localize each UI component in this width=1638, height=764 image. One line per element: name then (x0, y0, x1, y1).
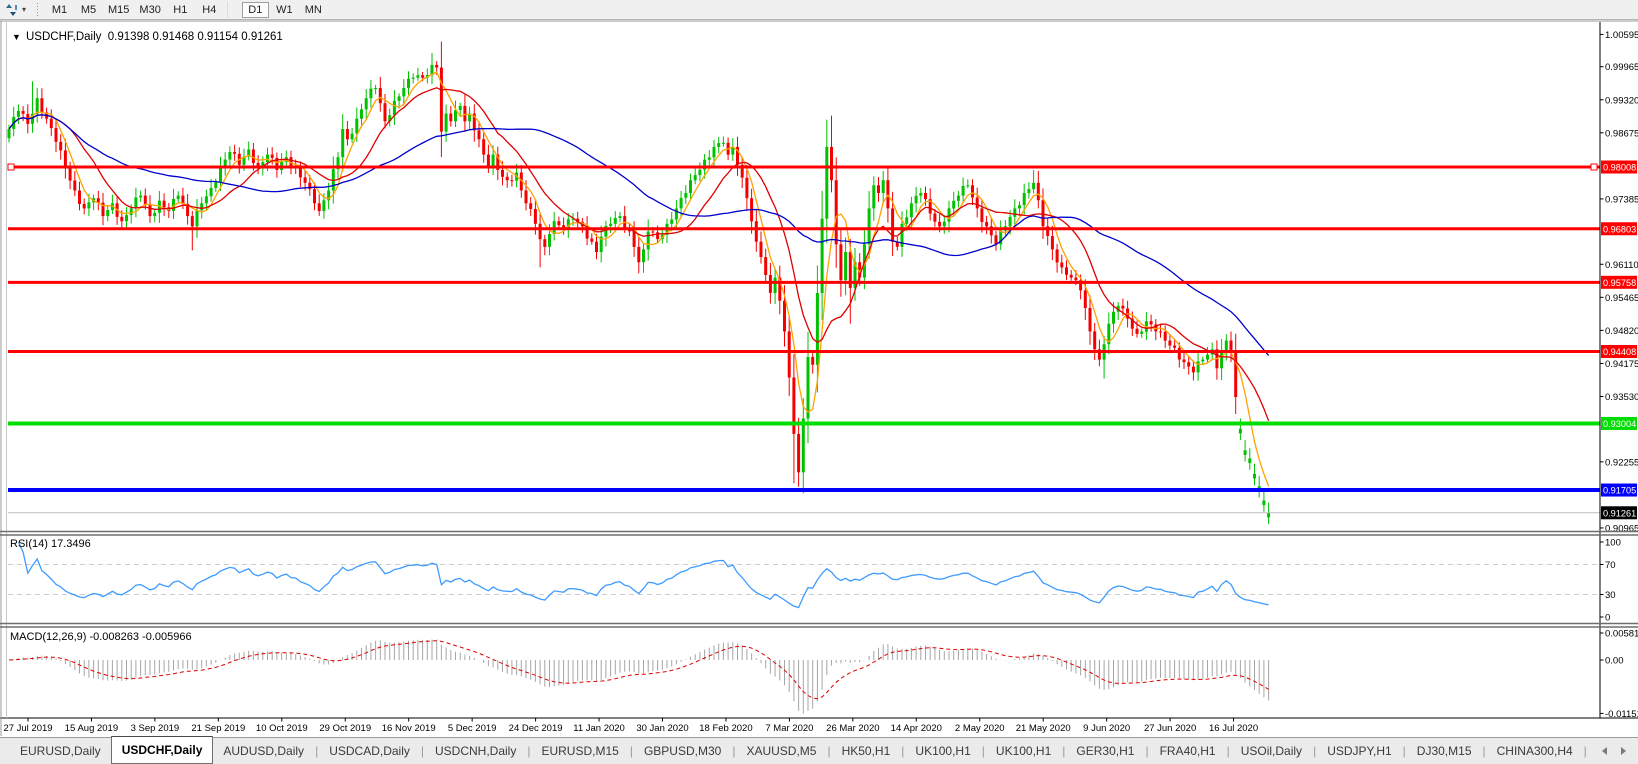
timeframe-button-M30[interactable]: M30 (135, 2, 164, 18)
tab-separator: | (1583, 738, 1588, 764)
tab-audusd-daily[interactable]: AUDUSD,Daily (213, 738, 314, 764)
timeframe-button-M15[interactable]: M15 (104, 2, 133, 18)
tab-eurusd-m15[interactable]: EURUSD,M15 (531, 738, 628, 764)
chart-collapse-arrow[interactable]: ▼ (12, 32, 21, 42)
svg-text:0.96803: 0.96803 (1603, 224, 1636, 234)
svg-text:2 May 2020: 2 May 2020 (955, 723, 1005, 734)
svg-text:70: 70 (1605, 560, 1616, 571)
svg-text:100: 100 (1605, 538, 1621, 549)
tab-bar-lead (0, 738, 10, 764)
svg-text:3 Sep 2019: 3 Sep 2019 (131, 723, 180, 734)
svg-text:16 Jul 2020: 16 Jul 2020 (1209, 723, 1258, 734)
tab-scroll-left-icon[interactable] (1602, 747, 1607, 755)
svg-text:0.97385: 0.97385 (1605, 194, 1638, 205)
svg-text:0.93004: 0.93004 (1603, 419, 1636, 429)
svg-text:0.99965: 0.99965 (1605, 62, 1638, 73)
toolbar-separator (227, 2, 238, 18)
chart-window: 0.98008 0.96803 0.95758 0.94408 0.93004 0.917… (0, 20, 1638, 737)
svg-text:10 Oct 2019: 10 Oct 2019 (256, 723, 308, 734)
macd-label: MACD(12,26,9) -0.008263 -0.005966 (10, 631, 192, 643)
tab-uk100-h1[interactable]: UK100,H1 (986, 738, 1061, 764)
tab-usdchf-daily[interactable]: USDCHF,Daily (111, 736, 214, 764)
svg-text:27 Jul 2019: 27 Jul 2019 (3, 723, 52, 734)
svg-text:24 Dec 2019: 24 Dec 2019 (509, 723, 563, 734)
svg-text:27 Jun 2020: 27 Jun 2020 (1144, 723, 1196, 734)
svg-text:18 Feb 2020: 18 Feb 2020 (699, 723, 752, 734)
timeframe-button-M5[interactable]: M5 (75, 2, 102, 18)
svg-text:0.94820: 0.94820 (1605, 326, 1638, 337)
svg-text:0.98008: 0.98008 (1603, 163, 1636, 173)
chevron-down-icon[interactable]: ▾ (22, 3, 26, 17)
chart-tab-bar: EURUSD,DailyUSDCHF,DailyAUDUSD,Daily | USD… (0, 737, 1638, 764)
svg-text:15 Aug 2019: 15 Aug 2019 (65, 723, 118, 734)
svg-text:1.00595: 1.00595 (1605, 30, 1638, 41)
timeframe-button-H4[interactable]: H4 (196, 2, 223, 18)
tab-usoil-daily[interactable]: USOil,Daily (1231, 738, 1312, 764)
svg-text:0.90965: 0.90965 (1605, 523, 1638, 534)
svg-text:0.94408: 0.94408 (1603, 347, 1636, 357)
tab-uk100-h1[interactable]: UK100,H1 (905, 738, 980, 764)
svg-text:16 Nov 2019: 16 Nov 2019 (382, 723, 436, 734)
tab-gbpusd-m30[interactable]: GBPUSD,M30 (634, 738, 731, 764)
chart-tabs: EURUSD,DailyUSDCHF,DailyAUDUSD,Daily | USD… (10, 738, 1588, 764)
tab-xauusd-m5[interactable]: XAUUSD,M5 (736, 738, 826, 764)
candlestick-chart[interactable]: 0.98008 0.96803 0.95758 0.94408 0.93004 0.917… (0, 20, 1638, 737)
svg-text:30 Jan 2020: 30 Jan 2020 (636, 723, 688, 734)
svg-text:0.98675: 0.98675 (1605, 128, 1638, 139)
toolbar-grip-handle[interactable] (36, 3, 39, 17)
tab-ger30-h1[interactable]: GER30,H1 (1066, 738, 1144, 764)
timeframes-menu[interactable]: ▾ (3, 2, 28, 18)
svg-text:11 Jan 2020: 11 Jan 2020 (573, 723, 625, 734)
svg-text:0.95465: 0.95465 (1605, 293, 1638, 304)
chart-title-text: USDCHF,Daily 0.91398 0.91468 0.91154 0.9… (26, 31, 283, 43)
tab-dj30-m15[interactable]: DJ30,M15 (1407, 738, 1482, 764)
svg-text:0.91705: 0.91705 (1603, 486, 1636, 496)
svg-text:26 Mar 2020: 26 Mar 2020 (826, 723, 879, 734)
svg-text:30: 30 (1605, 590, 1616, 601)
timeframe-button-MN[interactable]: MN (300, 2, 327, 18)
svg-text:0.99320: 0.99320 (1605, 95, 1638, 106)
rsi-label: RSI(14) 17.3496 (10, 538, 91, 550)
svg-text:0.005818: 0.005818 (1605, 629, 1638, 640)
svg-text:29 Oct 2019: 29 Oct 2019 (319, 723, 371, 734)
tab-usdjpy-h1[interactable]: USDJPY,H1 (1317, 738, 1401, 764)
tab-eurusd-daily[interactable]: EURUSD,Daily (10, 738, 111, 764)
timeframes-icon (5, 3, 20, 17)
svg-text:21 Sep 2019: 21 Sep 2019 (191, 723, 245, 734)
timeframe-button-M1[interactable]: M1 (46, 2, 73, 18)
svg-text:5 Dec 2019: 5 Dec 2019 (448, 723, 497, 734)
tab-usdcnh-daily[interactable]: USDCNH,Daily (425, 738, 526, 764)
chart-title: ▼ USDCHF,Daily 0.91398 0.91468 0.91154 0… (12, 31, 283, 43)
tab-usdcad-daily[interactable]: USDCAD,Daily (319, 738, 420, 764)
svg-text:0.92255: 0.92255 (1605, 457, 1638, 468)
timeframe-button-H1[interactable]: H1 (167, 2, 194, 18)
toolbar: ▾ M1M5M15M30H1H4 D1W1MN (0, 0, 1638, 20)
timeframe-button-D1[interactable]: D1 (242, 2, 269, 18)
svg-text:21 May 2020: 21 May 2020 (1016, 723, 1071, 734)
svg-text:0.91261: 0.91261 (1603, 508, 1636, 518)
tab-fra40-h1[interactable]: FRA40,H1 (1150, 738, 1226, 764)
tab-china300-h4[interactable]: CHINA300,H4 (1487, 738, 1583, 764)
svg-text:0: 0 (1605, 613, 1610, 624)
tab-scroll-controls (1588, 738, 1638, 764)
timeframe-buttons: M1M5M15M30H1H4 D1W1MN (45, 0, 328, 20)
svg-text:0.00: 0.00 (1605, 656, 1624, 667)
svg-text:0.93530: 0.93530 (1605, 392, 1638, 403)
timeframe-button-W1[interactable]: W1 (271, 2, 298, 18)
tab-scroll-right-icon[interactable] (1621, 747, 1626, 755)
svg-text:0.94175: 0.94175 (1605, 359, 1638, 370)
svg-text:14 Apr 2020: 14 Apr 2020 (891, 723, 942, 734)
chart-background[interactable] (0, 20, 1638, 737)
svg-text:0.95758: 0.95758 (1603, 278, 1636, 288)
svg-text:9 Jun 2020: 9 Jun 2020 (1083, 723, 1130, 734)
svg-text:7 Mar 2020: 7 Mar 2020 (765, 723, 813, 734)
tab-hk50-h1[interactable]: HK50,H1 (832, 738, 901, 764)
svg-text:0.96110: 0.96110 (1605, 260, 1638, 271)
